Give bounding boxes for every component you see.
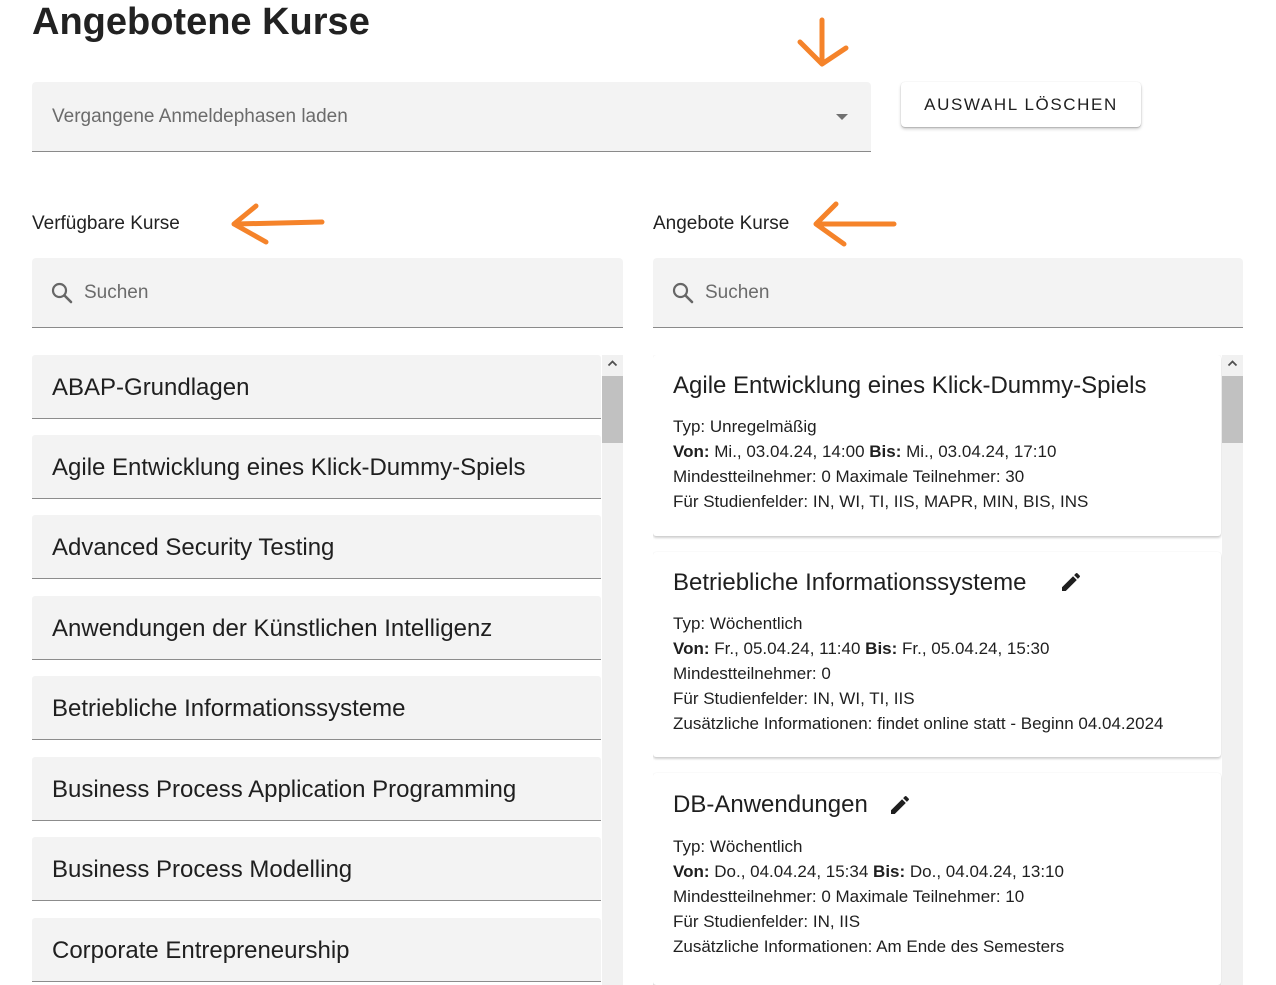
list-item[interactable]: Business Process Application Programming [32,757,601,821]
offered-courses-scrollbar[interactable] [1222,355,1243,985]
course-name: Corporate Entrepreneurship [52,937,350,964]
bis-label: Bis: [865,639,898,658]
orange-arrow-down-icon [797,17,849,67]
offered-courses-search-input[interactable] [705,276,1145,310]
clear-selection-button[interactable]: AUSWAHL LÖSCHEN [901,82,1141,127]
list-item[interactable]: ABAP-Grundlagen [32,355,601,419]
von-label: Von: [673,442,710,461]
card-title: DB-Anwendungen [673,791,868,818]
card-participants: Mindestteilnehmer: 0 Maximale Teilnehmer… [673,467,1025,486]
card-von: Do., 04.04.24, 15:34 [714,862,869,881]
course-name: Business Process Application Programming [52,776,517,803]
list-item[interactable]: Advanced Security Testing [32,515,601,579]
card-title: Betriebliche Informationssysteme [673,569,1027,596]
card-study-fields: Für Studienfelder: IN, WI, TI, IIS, MAPR… [673,492,1089,511]
search-icon [672,282,694,304]
orange-arrow-left-icon [231,203,325,245]
card-type: Typ: Unregelmäßig [673,417,817,436]
past-phases-select[interactable]: Vergangene Anmeldephasen laden [32,82,871,152]
course-name: Advanced Security Testing [52,534,335,561]
card-time: Von: Fr., 05.04.24, 11:40 Bis: Fr., 05.0… [673,639,1049,659]
card-bis: Mi., 03.04.24, 17:10 [906,442,1057,461]
bis-label: Bis: [873,862,906,881]
list-item[interactable]: Anwendungen der Künstlichen Intelligenz [32,596,601,660]
course-name: Agile Entwicklung eines Klick-Dummy-Spie… [52,454,526,481]
card-additional-info: Zusätzliche Informationen: Am Ende des S… [673,937,1065,956]
card-additional-info: Zusätzliche Informationen: findet online… [673,714,1164,733]
past-phases-placeholder: Vergangene Anmeldephasen laden [52,106,348,127]
card-title: Agile Entwicklung eines Klick-Dummy-Spie… [673,372,1147,399]
scrollbar-thumb[interactable] [602,376,623,443]
course-card[interactable]: Agile Entwicklung eines Klick-Dummy-Spie… [653,355,1221,536]
available-courses-scrollbar[interactable] [602,355,623,985]
von-label: Von: [673,639,710,658]
offered-courses-list: Agile Entwicklung eines Klick-Dummy-Spie… [653,355,1243,985]
card-von: Mi., 03.04.24, 14:00 [714,442,865,461]
list-item[interactable]: Agile Entwicklung eines Klick-Dummy-Spie… [32,435,601,499]
card-type: Typ: Wöchentlich [673,614,803,633]
course-card[interactable]: Betriebliche Informationssysteme Typ: Wö… [653,552,1221,757]
list-item[interactable]: Betriebliche Informationssysteme [32,676,601,740]
card-participants: Mindestteilnehmer: 0 [673,664,831,683]
pencil-icon[interactable] [1059,570,1083,594]
page-title: Angebotene Kurse [32,1,370,43]
list-item[interactable]: Corporate Entrepreneurship [32,918,601,982]
orange-arrow-left-icon [813,201,897,247]
von-label: Von: [673,862,710,881]
caret-down-icon [836,114,848,120]
card-study-fields: Für Studienfelder: IN, WI, TI, IIS [673,689,915,708]
card-time: Von: Mi., 03.04.24, 14:00 Bis: Mi., 03.0… [673,442,1056,462]
offered-courses-label: Angebote Kurse [653,213,790,234]
course-name: ABAP-Grundlagen [52,374,250,401]
course-name: Anwendungen der Künstlichen Intelligenz [52,615,493,642]
course-card[interactable]: DB-Anwendungen Typ: Wöchentlich Von: Do.… [653,773,1221,985]
card-participants: Mindestteilnehmer: 0 Maximale Teilnehmer… [673,887,1025,906]
available-courses-search-input[interactable] [84,276,524,310]
card-bis: Fr., 05.04.24, 15:30 [902,639,1050,658]
card-study-fields: Für Studienfelder: IN, IIS [673,912,861,931]
card-time: Von: Do., 04.04.24, 15:34 Bis: Do., 04.0… [673,862,1064,882]
course-name: Business Process Modelling [52,856,353,883]
available-courses-label: Verfügbare Kurse [32,213,180,234]
list-item[interactable]: Business Process Modelling [32,837,601,901]
card-bis: Do., 04.04.24, 13:10 [909,862,1064,881]
available-courses-list: ABAP-Grundlagen Agile Entwicklung eines … [32,355,623,985]
card-type: Typ: Wöchentlich [673,837,803,856]
bis-label: Bis: [869,442,902,461]
chevron-up-icon[interactable] [1227,358,1238,369]
search-icon [51,282,73,304]
course-name: Betriebliche Informationssysteme [52,695,406,722]
chevron-up-icon[interactable] [607,358,618,369]
card-von: Fr., 05.04.24, 11:40 [714,639,861,658]
scrollbar-thumb[interactable] [1222,376,1243,443]
offered-courses-search[interactable] [653,258,1243,328]
pencil-icon[interactable] [888,793,912,817]
available-courses-search[interactable] [32,258,623,328]
